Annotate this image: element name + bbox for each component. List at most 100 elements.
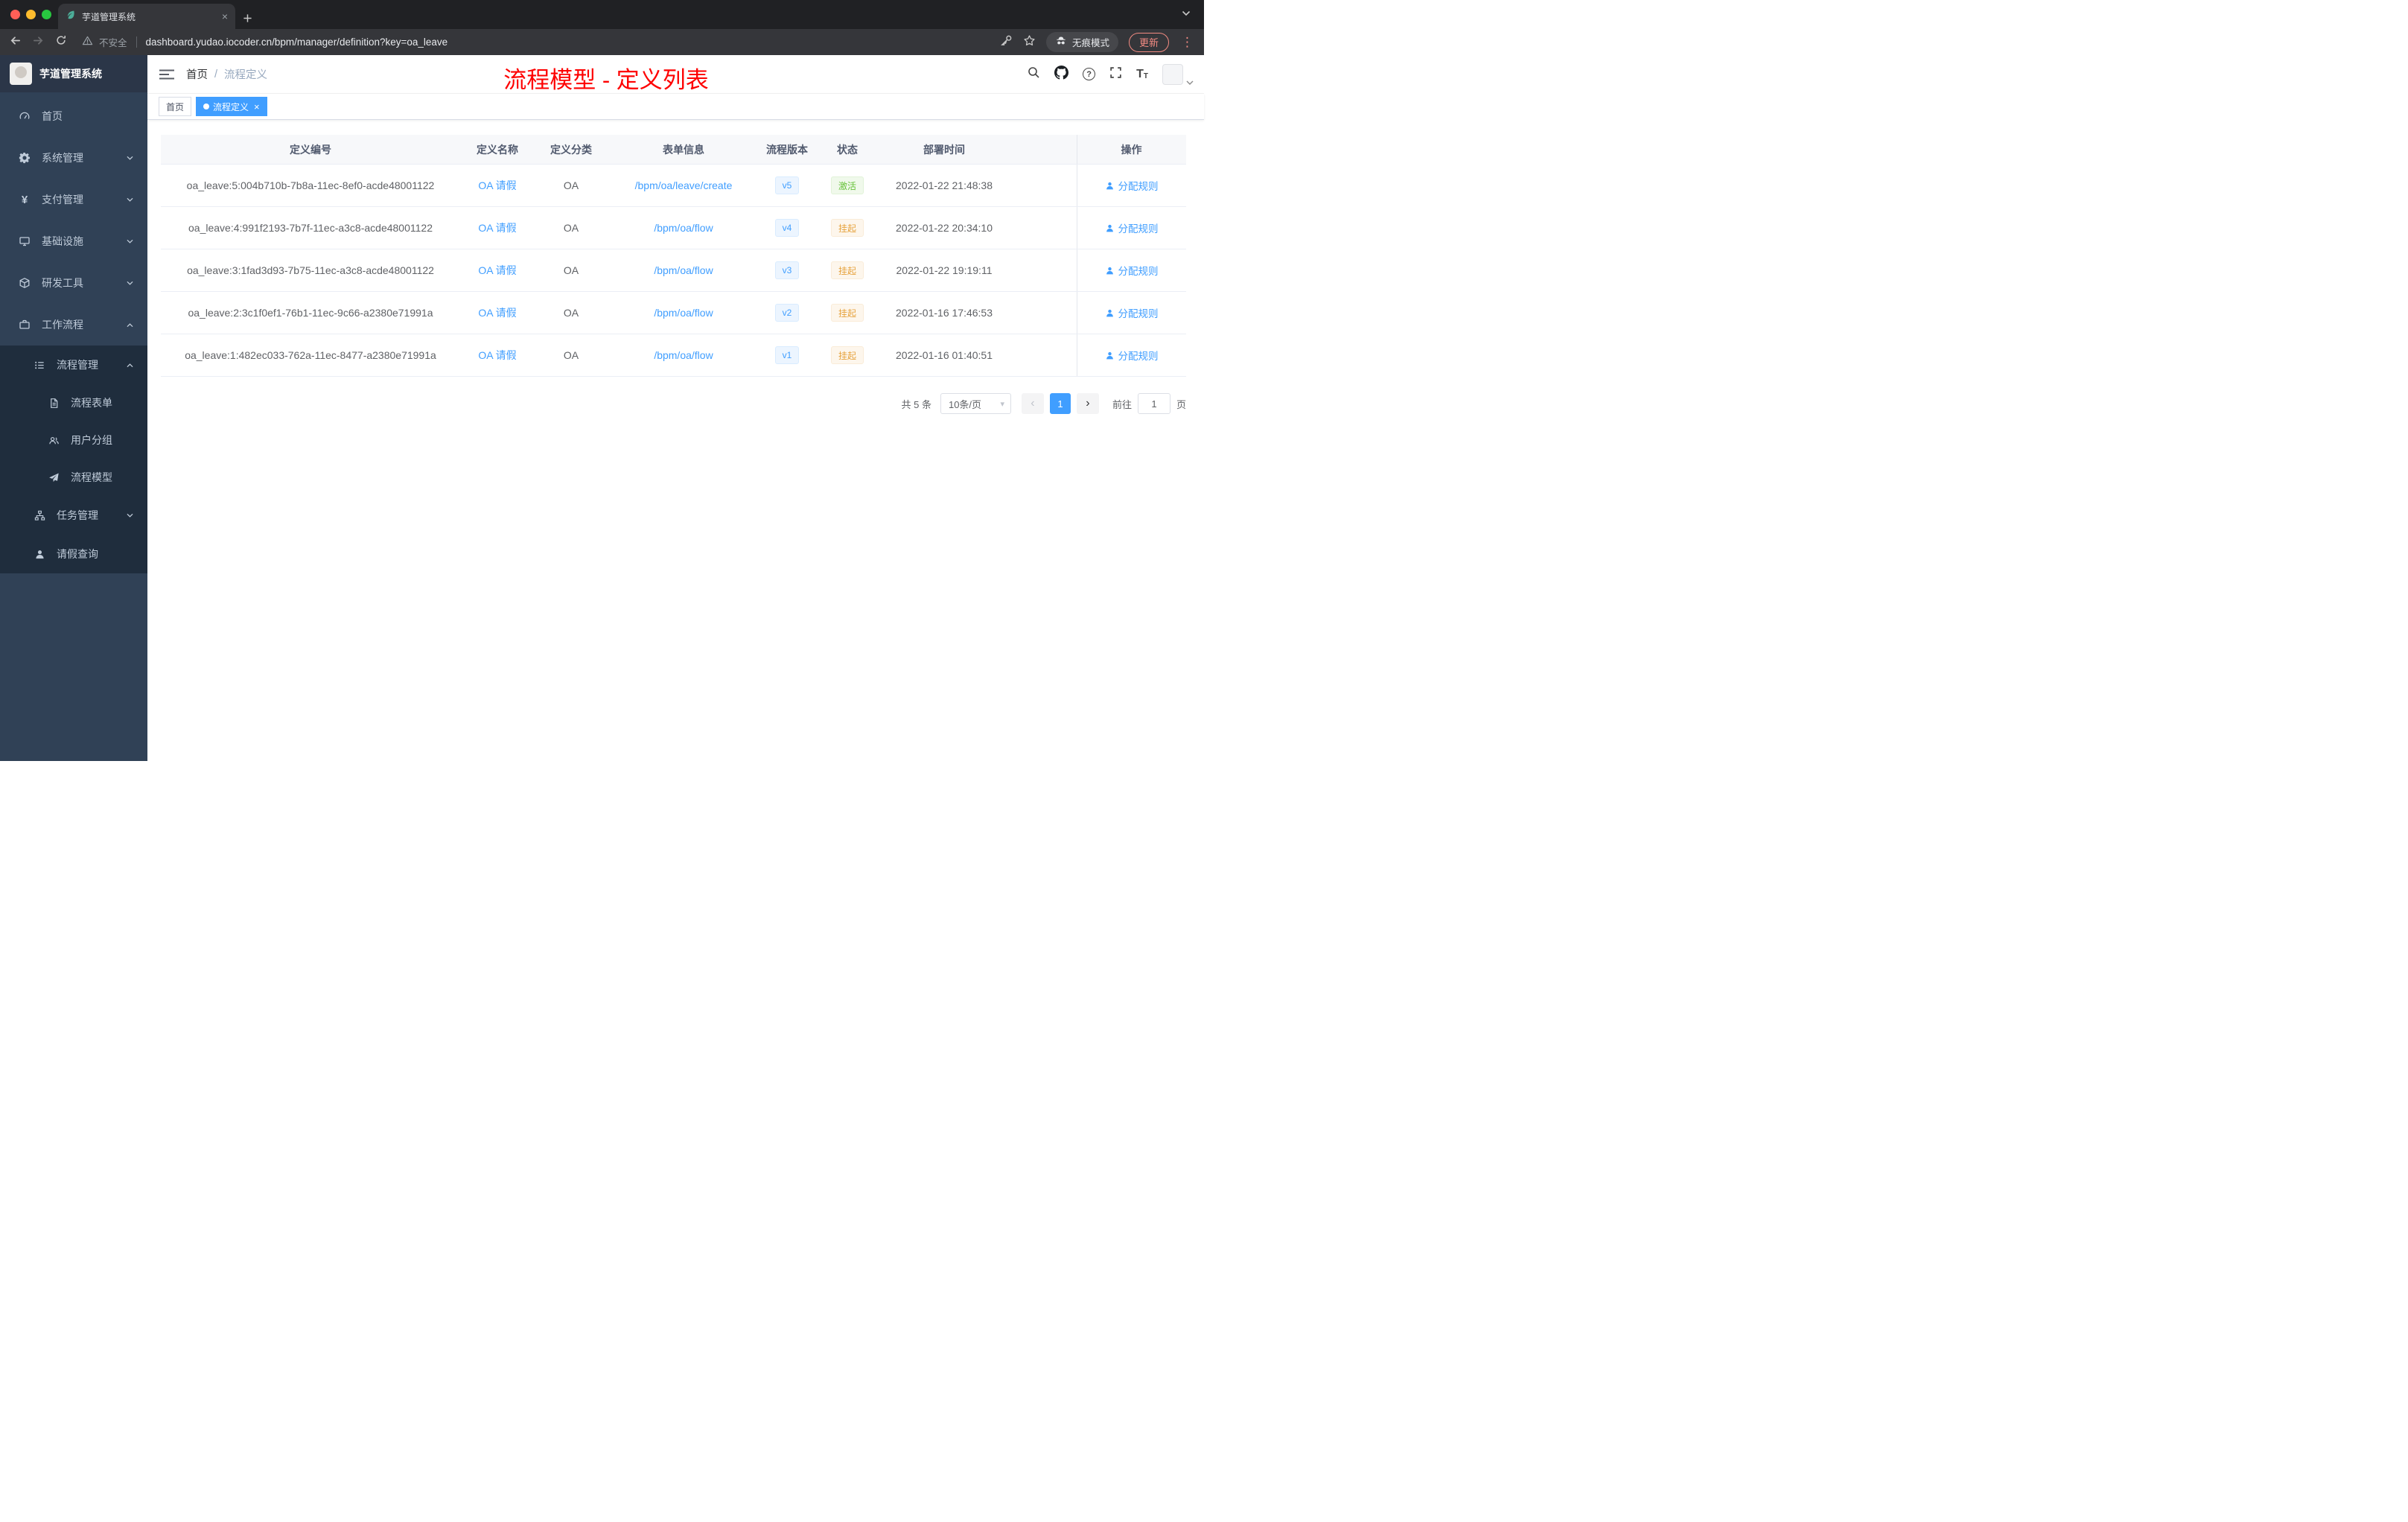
definition-name-link[interactable]: OA 请假 (478, 220, 516, 235)
address-separator (136, 36, 137, 48)
breadcrumb-current: 流程定义 (224, 69, 268, 81)
status-badge: 挂起 (830, 304, 864, 322)
sidebar-item-label: 流程模型 (71, 471, 112, 483)
goto-page-input[interactable] (1137, 393, 1170, 414)
sidebar-item-process-form[interactable]: 流程表单 (0, 384, 147, 421)
version-badge: v5 (774, 176, 800, 194)
user-avatar-menu[interactable] (1162, 63, 1194, 85)
status-badge: 挂起 (830, 261, 864, 279)
window-close-button[interactable] (10, 10, 20, 19)
assign-rule-label: 分配规则 (1118, 266, 1159, 277)
assign-rule-link[interactable]: 分配规则 (1105, 305, 1159, 320)
pagination-goto: 前往 页 (1112, 393, 1186, 414)
list-icon (34, 359, 45, 371)
dashboard-icon (19, 110, 31, 122)
cell-category: OA (563, 349, 579, 361)
tab-search-chevron-icon[interactable] (1182, 7, 1191, 20)
sidebar-item-home[interactable]: 首页 (0, 95, 147, 137)
new-tab-button[interactable] (243, 13, 252, 23)
bookmark-star-icon[interactable] (1023, 34, 1036, 51)
fullscreen-icon[interactable] (1109, 66, 1122, 83)
definition-table: 定义编号 定义名称 定义分类 表单信息 流程版本 状态 部署时间 操作 oa_l… (161, 135, 1186, 377)
table-row: oa_leave:3:1fad3d93-7b75-11ec-a3c8-acde4… (161, 249, 1186, 292)
cell-definition-id: oa_leave:4:991f2193-7b7f-11ec-a3c8-acde4… (188, 222, 433, 234)
sidebar-item-process-model[interactable]: 流程模型 (0, 459, 147, 496)
definition-name-link[interactable]: OA 请假 (478, 348, 516, 363)
help-icon[interactable]: ? (1083, 68, 1096, 80)
pagination: 共 5 条 10条/页 ▾ ‹ 1 › 前往 页 (161, 393, 1186, 414)
person-icon (1106, 224, 1113, 232)
sidebar-item-user-group[interactable]: 用户分组 (0, 421, 147, 459)
forward-button[interactable] (32, 34, 45, 51)
tag-home[interactable]: 首页 (159, 97, 192, 116)
sidebar-item-workflow[interactable]: 工作流程 (0, 304, 147, 346)
assign-rule-link[interactable]: 分配规则 (1105, 178, 1159, 193)
github-icon[interactable] (1054, 65, 1069, 83)
sidebar-item-label: 支付管理 (42, 194, 83, 206)
annotation-title: 流程模型 - 定义列表 (503, 67, 709, 93)
tag-close-icon[interactable]: × (254, 101, 260, 112)
version-badge: v3 (774, 261, 800, 279)
sidebar-item-dev-tools[interactable]: 研发工具 (0, 262, 147, 304)
browser-update-button[interactable]: 更新 (1128, 32, 1169, 52)
col-deploy-time: 部署时间 (923, 143, 965, 156)
tag-process-definition[interactable]: 流程定义 × (196, 97, 267, 116)
cell-deploy-time: 2022-01-22 21:48:38 (896, 179, 993, 191)
assign-rule-link[interactable]: 分配规则 (1105, 220, 1159, 235)
incognito-icon (1055, 35, 1067, 49)
page-size-select[interactable]: 10条/页 ▾ (940, 393, 1011, 414)
definition-name-link[interactable]: OA 请假 (478, 305, 516, 320)
sidebar-item-leave-query[interactable]: 请假查询 (0, 535, 147, 573)
cell-filler (1008, 165, 1077, 206)
search-icon[interactable] (1027, 66, 1040, 83)
sidebar-item-process-management[interactable]: 流程管理 (0, 346, 147, 384)
security-label[interactable]: 不安全 (99, 35, 127, 49)
person-icon (34, 548, 45, 560)
form-link[interactable]: /bpm/oa/flow (654, 307, 713, 319)
next-page-button[interactable]: › (1076, 393, 1099, 414)
box-icon (19, 277, 31, 289)
sidebar-collapse-hamburger-icon[interactable] (159, 67, 174, 82)
col-definition-id: 定义编号 (290, 143, 331, 156)
assign-rule-label: 分配规则 (1118, 308, 1159, 319)
form-link[interactable]: /bpm/oa/leave/create (635, 179, 733, 191)
sidebar-item-task-management[interactable]: 任务管理 (0, 496, 147, 535)
breadcrumb-home[interactable]: 首页 (186, 66, 208, 82)
form-link[interactable]: /bpm/oa/flow (654, 222, 713, 234)
prev-page-button[interactable]: ‹ (1021, 393, 1044, 414)
form-link[interactable]: /bpm/oa/flow (654, 349, 713, 361)
definition-name-link[interactable]: OA 请假 (478, 263, 516, 278)
assign-rule-link[interactable]: 分配规则 (1105, 348, 1159, 363)
sidebar-item-infrastructure[interactable]: 基础设施 (0, 220, 147, 262)
page-unit-label: 页 (1176, 398, 1186, 410)
cell-category: OA (563, 179, 579, 191)
app-title: 芋道管理系统 (39, 68, 102, 80)
window-minimize-button[interactable] (26, 10, 36, 19)
col-status: 状态 (837, 143, 858, 156)
tab-close-icon[interactable]: × (222, 10, 228, 22)
sidebar-item-label: 首页 (42, 110, 63, 122)
assign-rule-link[interactable]: 分配规则 (1105, 263, 1159, 278)
window-zoom-button[interactable] (42, 10, 51, 19)
breadcrumb: 首页 / 流程定义 (186, 66, 267, 82)
address-bar[interactable]: 不安全 dashboard.yudao.iocoder.cn/bpm/manag… (82, 35, 990, 50)
browser-tab[interactable]: 芋道管理系统 × (58, 4, 235, 29)
app-shell: 芋道管理系统 首页 系统管理 ¥ 支付管理 基础设施 研发工具 工作流程 流程管… (0, 55, 1204, 761)
col-form-info: 表单信息 (663, 143, 704, 156)
definition-name-link[interactable]: OA 请假 (478, 178, 516, 193)
back-button[interactable] (9, 34, 22, 51)
font-size-icon[interactable]: TT (1136, 67, 1148, 80)
avatar[interactable] (1162, 63, 1183, 85)
form-link[interactable]: /bpm/oa/flow (654, 264, 713, 276)
browser-chrome: 芋道管理系统 × 不安全 dashboard.yudao.iocoder.cn/… (0, 0, 1204, 55)
sidebar-item-system-management[interactable]: 系统管理 (0, 137, 147, 179)
url-text[interactable]: dashboard.yudao.iocoder.cn/bpm/manager/d… (146, 36, 448, 48)
password-key-icon[interactable] (1000, 34, 1013, 51)
chevron-down-icon (127, 156, 133, 160)
browser-menu-kebab-icon[interactable]: ⋮ (1179, 36, 1195, 48)
table-row: oa_leave:5:004b710b-7b8a-11ec-8ef0-acde4… (161, 165, 1186, 207)
reload-button[interactable] (55, 34, 67, 50)
font-size-large-glyph: T (1136, 67, 1144, 80)
sidebar-item-payment-management[interactable]: ¥ 支付管理 (0, 179, 147, 220)
current-page-button[interactable]: 1 (1049, 393, 1071, 414)
